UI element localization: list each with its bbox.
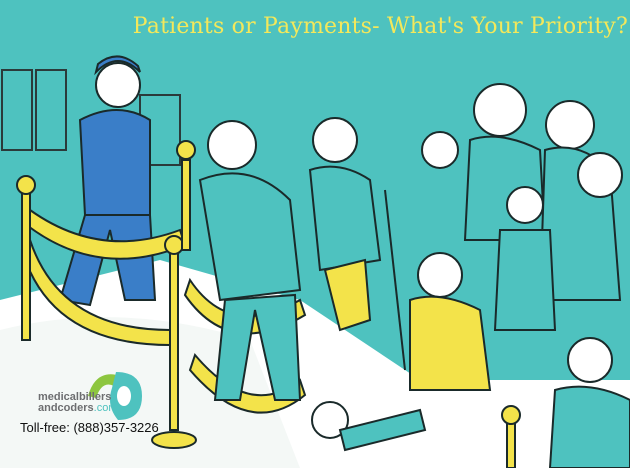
headline: Patients or Payments- What's Your Priori… [132,14,628,39]
brand-line-2: andcoders [38,402,94,414]
doctor-figure [58,55,157,307]
brand-suffix: .com [93,402,118,414]
toll-free-number: Toll-free: (888)357-3226 [20,420,159,435]
brand-logo-text: medicalbillers andcoders.com [38,392,117,414]
